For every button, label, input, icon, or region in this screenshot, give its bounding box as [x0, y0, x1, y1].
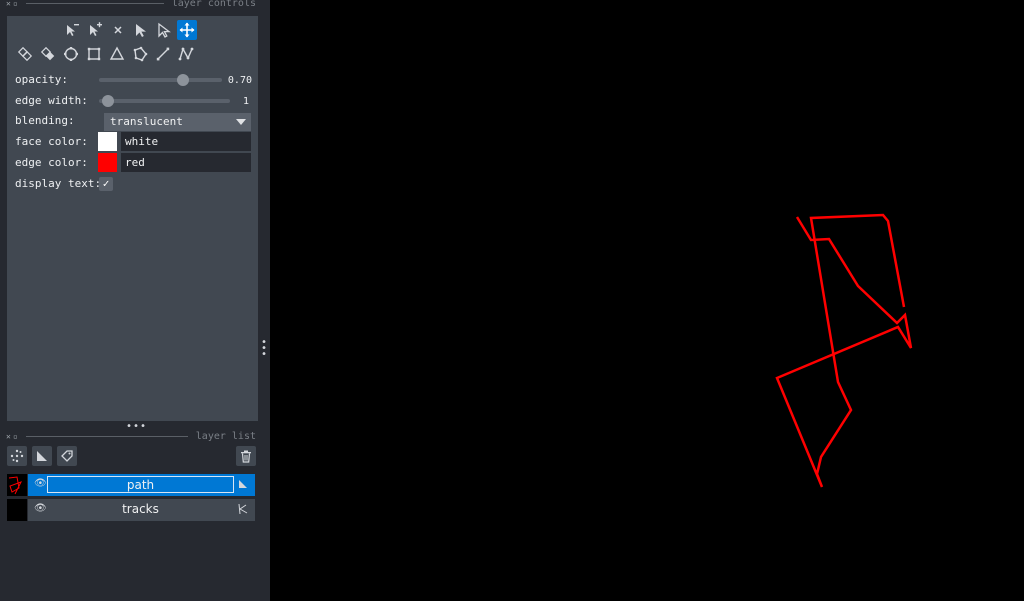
new-points-icon[interactable] [7, 446, 27, 466]
new-labels-icon[interactable] [57, 446, 77, 466]
layer-controls-panel: opacity: 0.70 edge width: 1 blending: tr… [7, 16, 258, 421]
opacity-label: opacity: [15, 73, 68, 86]
layer-list-title: layer list [195, 430, 256, 442]
display-text-checkbox[interactable]: ✓ [99, 177, 113, 191]
tool-row-2 [15, 44, 196, 64]
opacity-slider[interactable] [99, 74, 222, 86]
left-dock: ✕ ▫ layer controls opacity: 0.70 edge wi… [0, 0, 270, 601]
direct-select-icon[interactable] [154, 20, 174, 40]
edge-width-value: 1 [242, 96, 249, 107]
layer-row-path[interactable]: 👁 path [28, 474, 255, 496]
edge-color-label: edge color: [15, 156, 88, 169]
edge-width-slider-handle[interactable] [102, 95, 114, 107]
path-shape[interactable] [775, 213, 913, 488]
opacity-slider-handle[interactable] [176, 74, 189, 86]
layer-row-tracks[interactable]: 👁 tracks [28, 499, 255, 521]
edge-width-label: edge width: [15, 94, 88, 107]
ellipse-icon[interactable] [61, 44, 81, 64]
new-shapes-icon[interactable] [32, 446, 52, 466]
shapes-icon [237, 478, 249, 490]
display-text-label: display text: [15, 177, 102, 190]
face-color-swatch[interactable] [98, 132, 117, 151]
edge-color-field[interactable]: red [121, 153, 251, 172]
edge-width-slider[interactable] [99, 95, 230, 107]
layer-name[interactable]: path [47, 476, 234, 493]
add-point-icon[interactable] [85, 20, 105, 40]
visibility-eye-icon[interactable]: 👁 [34, 478, 47, 489]
dock-splitter-handle[interactable]: • • • [259, 338, 269, 364]
path-icon[interactable] [176, 44, 196, 64]
face-color-label: face color: [15, 135, 88, 148]
opacity-value: 0.70 [227, 75, 252, 86]
layer-list-header: ✕ ▫ layer list [6, 430, 256, 442]
layer-thumbnail-path [7, 474, 27, 496]
delete-icon[interactable] [108, 20, 128, 40]
undock-icon[interactable]: ▫ [13, 0, 18, 8]
move-back-icon[interactable] [15, 44, 35, 64]
face-color-field[interactable]: white [121, 132, 251, 151]
path-shape-layer [775, 213, 913, 488]
blending-value: translucent [110, 115, 183, 128]
blending-dropdown[interactable]: translucent [104, 113, 251, 131]
delete-layer-icon[interactable] [236, 446, 256, 466]
tracks-icon [237, 503, 249, 515]
rectangle-icon[interactable] [84, 44, 104, 64]
chevron-down-icon [236, 119, 246, 125]
line-icon[interactable] [153, 44, 173, 64]
triangle-icon[interactable] [107, 44, 127, 64]
tool-row-1 [62, 20, 197, 40]
undock-icon[interactable]: ▫ [13, 432, 18, 441]
viewer-canvas[interactable] [270, 0, 1024, 601]
float-icon[interactable]: ✕ [6, 0, 11, 8]
float-icon[interactable]: ✕ [6, 432, 11, 441]
visibility-eye-icon[interactable]: 👁 [34, 503, 47, 514]
layer-controls-title: layer controls [171, 0, 256, 9]
remove-point-icon[interactable] [62, 20, 82, 40]
layer-name[interactable]: tracks [47, 501, 234, 518]
pan-zoom-icon[interactable] [177, 20, 197, 40]
blending-label: blending: [15, 114, 75, 127]
layer-controls-header: ✕ ▫ layer controls [6, 0, 256, 9]
edge-color-swatch[interactable] [98, 153, 117, 172]
layer-thumbnail-tracks [7, 499, 27, 521]
move-front-icon[interactable] [38, 44, 58, 64]
select-icon[interactable] [131, 20, 151, 40]
polygon-icon[interactable] [130, 44, 150, 64]
